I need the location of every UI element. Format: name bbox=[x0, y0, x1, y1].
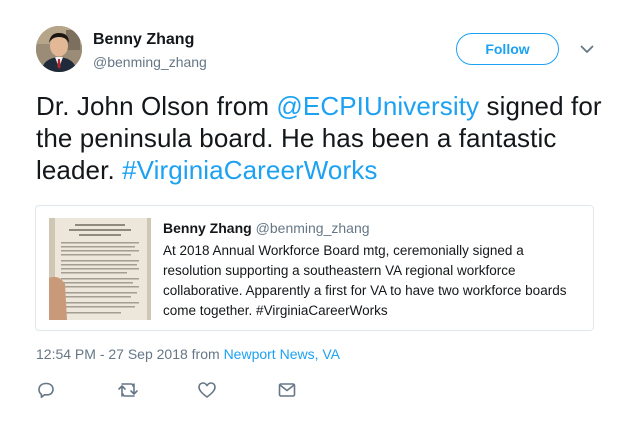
hashtag-link[interactable]: #VirginiaCareerWorks bbox=[122, 155, 377, 185]
author-handle[interactable]: @benming_zhang bbox=[93, 54, 207, 70]
location-link[interactable]: Newport News, VA bbox=[224, 346, 340, 362]
direct-message-icon[interactable] bbox=[277, 380, 297, 400]
tweet-metadata: 12:54 PM - 27 Sep 2018 from Newport News… bbox=[36, 346, 340, 362]
tweet-timestamp[interactable]: 12:54 PM - 27 Sep 2018 from bbox=[36, 346, 224, 362]
tweet-text-part: Dr. John Olson from bbox=[36, 91, 277, 121]
avatar[interactable] bbox=[36, 26, 82, 72]
mention-link[interactable]: @ECPIUniversity bbox=[276, 91, 479, 121]
quoted-tweet-header: Benny Zhang @benming_zhang bbox=[163, 220, 370, 236]
quoted-tweet-text: At 2018 Annual Workforce Board mtg, cere… bbox=[163, 243, 567, 318]
avatar-photo bbox=[36, 26, 82, 72]
author-name[interactable]: Benny Zhang bbox=[93, 31, 194, 49]
like-icon[interactable] bbox=[197, 380, 217, 400]
retweet-icon[interactable] bbox=[117, 380, 138, 400]
quoted-author-handle: @benming_zhang bbox=[255, 220, 370, 236]
follow-button[interactable]: Follow bbox=[456, 33, 559, 65]
quoted-author-name: Benny Zhang bbox=[163, 220, 252, 236]
quoted-tweet-thumbnail bbox=[49, 218, 151, 320]
tweet-actions bbox=[36, 380, 336, 400]
chevron-down-icon[interactable] bbox=[578, 40, 596, 58]
reply-icon[interactable] bbox=[36, 380, 56, 400]
tweet-text: Dr. John Olson from @ECPIUniversity sign… bbox=[36, 90, 606, 186]
quoted-tweet-card[interactable]: Benny Zhang @benming_zhang At 2018 Annual… bbox=[35, 205, 594, 331]
